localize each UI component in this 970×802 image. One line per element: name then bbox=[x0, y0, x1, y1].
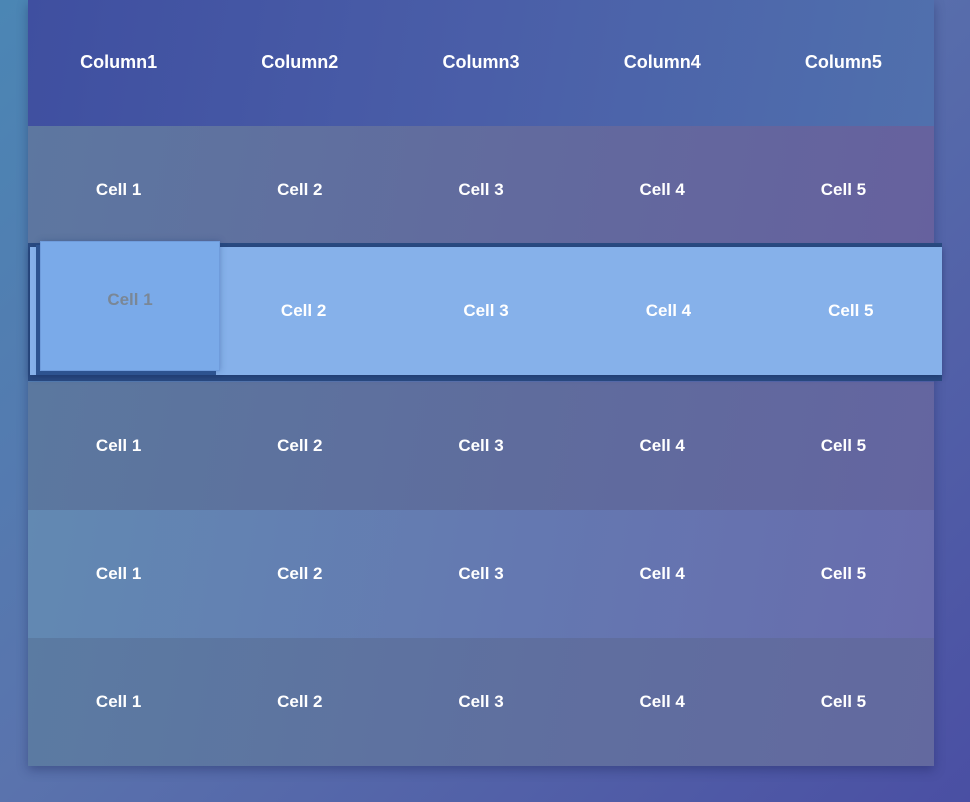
table-header-row: Column1 Column2 Column3 Column4 Column5 bbox=[28, 0, 934, 126]
column-header[interactable]: Column2 bbox=[209, 0, 390, 126]
table-cell[interactable]: Cell 3 bbox=[390, 126, 571, 254]
table-row[interactable]: Cell 1 Cell 2 Cell 3 Cell 4 Cell 5 bbox=[28, 126, 934, 254]
table-cell[interactable]: Cell 5 bbox=[753, 382, 934, 510]
table-cell[interactable]: Cell 2 bbox=[212, 247, 394, 375]
table-row[interactable]: Cell 1 Cell 2 Cell 3 Cell 4 Cell 5 bbox=[28, 510, 934, 638]
table-row[interactable]: Cell 1 Cell 2 Cell 3 Cell 4 Cell 5 bbox=[28, 382, 934, 510]
table-cell[interactable]: Cell 5 bbox=[753, 638, 934, 766]
column-header[interactable]: Column5 bbox=[753, 0, 934, 126]
table-cell[interactable]: Cell 4 bbox=[572, 382, 753, 510]
data-table: Column1 Column2 Column3 Column4 Column5 … bbox=[28, 0, 934, 766]
table-cell[interactable]: Cell 5 bbox=[753, 126, 934, 254]
table-cell[interactable]: Cell 3 bbox=[390, 638, 571, 766]
table-cell[interactable]: Cell 3 bbox=[390, 382, 571, 510]
table-cell-popped[interactable]: Cell 1 bbox=[40, 241, 220, 371]
column-header[interactable]: Column3 bbox=[390, 0, 571, 126]
table-cell[interactable]: Cell 2 bbox=[209, 382, 390, 510]
table-cell[interactable]: Cell 1 bbox=[28, 382, 209, 510]
table-cell[interactable]: Cell 5 bbox=[760, 247, 942, 375]
table-cell[interactable]: Cell 2 bbox=[209, 126, 390, 254]
table-cell[interactable]: Cell 2 bbox=[209, 510, 390, 638]
table-row[interactable]: Cell 1 Cell 2 Cell 3 Cell 4 Cell 5 bbox=[28, 638, 934, 766]
table-cell[interactable]: Cell 2 bbox=[209, 638, 390, 766]
table-cell[interactable]: Cell 4 bbox=[572, 638, 753, 766]
table-cell[interactable]: Cell 4 bbox=[572, 510, 753, 638]
table-cell[interactable]: Cell 3 bbox=[395, 247, 577, 375]
table-cell[interactable]: Cell 5 bbox=[753, 510, 934, 638]
table-cell[interactable]: Cell 4 bbox=[577, 247, 759, 375]
table-cell[interactable]: Cell 1 bbox=[28, 126, 209, 254]
column-header[interactable]: Column1 bbox=[28, 0, 209, 126]
table-cell[interactable]: Cell 3 bbox=[390, 510, 571, 638]
table-cell[interactable]: Cell 1 bbox=[28, 638, 209, 766]
table-cell[interactable]: Cell 1 bbox=[28, 510, 209, 638]
column-header[interactable]: Column4 bbox=[572, 0, 753, 126]
table-cell[interactable]: Cell 4 bbox=[572, 126, 753, 254]
